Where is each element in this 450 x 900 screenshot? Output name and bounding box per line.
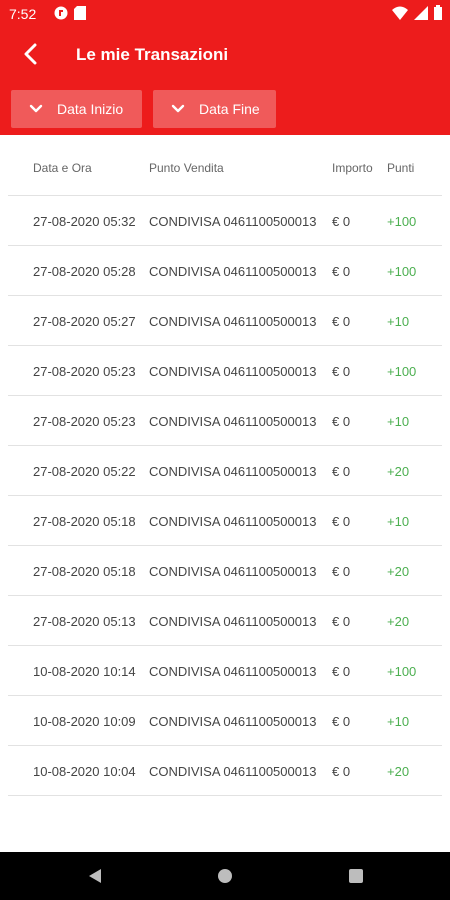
table-row: 10-08-2020 10:14 CONDIVISA 0461100500013… [8,646,442,696]
table-header: Data e Ora Punto Vendita Importo Punti [8,144,442,196]
row-points: +100 [387,214,417,229]
row-store: CONDIVISA 0461100500013 [149,414,317,429]
row-amount: € 0 [332,714,351,729]
row-store: CONDIVISA 0461100500013 [149,664,317,679]
table-row: 27-08-2020 05:22 CONDIVISA 0461100500013… [8,446,442,496]
row-store: CONDIVISA 0461100500013 [149,214,317,229]
row-store: CONDIVISA 0461100500013 [149,564,317,579]
row-store: CONDIVISA 0461100500013 [149,264,317,279]
row-points: +20 [387,564,410,579]
battery-icon [434,5,442,25]
back-button[interactable] [14,40,46,72]
row-amount: € 0 [332,214,351,229]
row-date: 27-08-2020 05:32 [33,214,136,229]
row-store: CONDIVISA 0461100500013 [149,714,317,729]
end-date-filter-button[interactable]: Data Fine [153,90,276,128]
row-amount: € 0 [332,614,351,629]
row-points: +20 [387,464,410,479]
row-points: +100 [387,664,417,679]
row-amount: € 0 [332,364,351,379]
row-store: CONDIVISA 0461100500013 [149,464,317,479]
row-store: CONDIVISA 0461100500013 [149,314,317,329]
toolbar: Le mie Transazioni [0,28,450,84]
table-row: 10-08-2020 10:04 CONDIVISA 0461100500013… [8,746,442,796]
row-amount: € 0 [332,314,351,329]
row-date: 10-08-2020 10:04 [33,764,136,779]
row-points: +10 [387,714,410,729]
row-points: +100 [387,364,417,379]
table-row: 27-08-2020 05:18 CONDIVISA 0461100500013… [8,546,442,596]
nav-back-icon[interactable] [86,866,106,886]
table-row: 27-08-2020 05:27 CONDIVISA 0461100500013… [8,296,442,346]
row-points: +10 [387,314,410,329]
notification-icon [54,6,68,25]
row-date: 10-08-2020 10:09 [33,714,136,729]
status-time: 7:52 [9,6,37,22]
row-store: CONDIVISA 0461100500013 [149,764,317,779]
chevron-down-icon [29,101,45,117]
row-date: 10-08-2020 10:14 [33,664,136,679]
row-amount: € 0 [332,664,351,679]
nav-home-icon[interactable] [215,866,235,886]
row-amount: € 0 [332,464,351,479]
signal-icon [414,5,428,25]
row-date: 27-08-2020 05:28 [33,264,136,279]
row-date: 27-08-2020 05:18 [33,564,136,579]
row-store: CONDIVISA 0461100500013 [149,364,317,379]
row-points: +20 [387,764,410,779]
row-amount: € 0 [332,514,351,529]
start-date-filter-button[interactable]: Data Inizio [11,90,142,128]
row-amount: € 0 [332,264,351,279]
page-title: Le mie Transazioni [76,45,229,64]
nav-recents-icon[interactable] [346,866,366,886]
status-icons-right [392,5,442,25]
app-header: 7:52 Le mie Transazioni Data Inizio Data… [0,0,450,135]
row-date: 27-08-2020 05:23 [33,414,136,429]
sd-card-icon [74,6,86,25]
chevron-down-icon [171,101,187,117]
table-row: 27-08-2020 05:13 CONDIVISA 0461100500013… [8,596,442,646]
end-date-filter-label: Data Fine [199,101,260,117]
column-header-date: Data e Ora [33,161,92,175]
status-bar: 7:52 [0,0,450,28]
row-amount: € 0 [332,414,351,429]
row-amount: € 0 [332,764,351,779]
row-date: 27-08-2020 05:27 [33,314,136,329]
row-points: +10 [387,414,410,429]
row-points: +20 [387,614,410,629]
table-row: 27-08-2020 05:28 CONDIVISA 0461100500013… [8,246,442,296]
table-row: 10-08-2020 10:09 CONDIVISA 0461100500013… [8,696,442,746]
row-store: CONDIVISA 0461100500013 [149,614,317,629]
wifi-icon [392,6,408,25]
start-date-filter-label: Data Inizio [57,101,124,117]
row-amount: € 0 [332,564,351,579]
row-points: +10 [387,514,410,529]
status-icons-left [54,6,86,25]
row-date: 27-08-2020 05:23 [33,364,136,379]
column-header-points: Punti [387,161,415,175]
table-row: 27-08-2020 05:23 CONDIVISA 0461100500013… [8,396,442,446]
table-row: 27-08-2020 05:23 CONDIVISA 0461100500013… [8,346,442,396]
column-header-store: Punto Vendita [149,161,224,175]
row-store: CONDIVISA 0461100500013 [149,514,317,529]
back-arrow-icon [22,43,38,70]
column-header-amount: Importo [332,161,373,175]
row-date: 27-08-2020 05:22 [33,464,136,479]
transactions-table: Data e Ora Punto Vendita Importo Punti 2… [8,144,442,796]
table-row: 27-08-2020 05:32 CONDIVISA 0461100500013… [8,196,442,246]
system-nav-bar [0,852,450,900]
row-date: 27-08-2020 05:13 [33,614,136,629]
row-points: +100 [387,264,417,279]
table-row: 27-08-2020 05:18 CONDIVISA 0461100500013… [8,496,442,546]
row-date: 27-08-2020 05:18 [33,514,136,529]
